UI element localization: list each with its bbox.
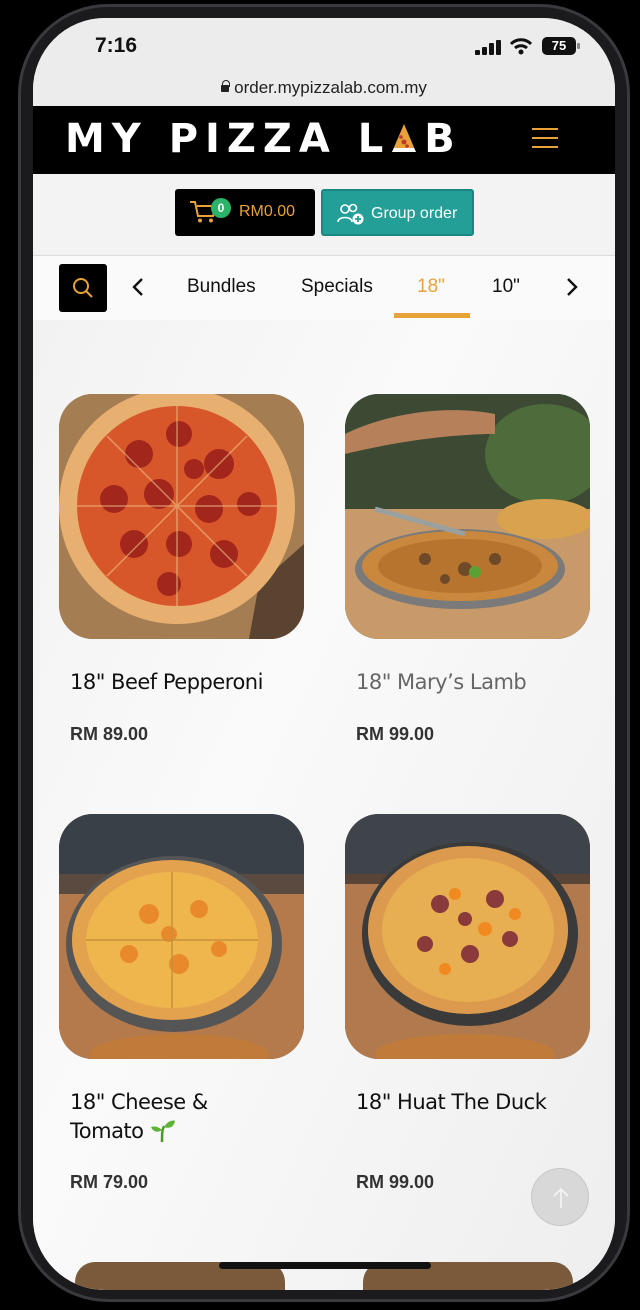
product-price: RM 89.00 — [70, 724, 149, 744]
product-photo — [59, 814, 304, 1059]
chevron-right-icon[interactable] — [565, 276, 579, 298]
search-icon — [73, 278, 93, 298]
cart-bar: 0 RM0.00 Group order — [33, 174, 615, 256]
url-text: order.mypizzalab.com.my — [234, 78, 427, 97]
status-time: 7:16 — [95, 34, 138, 57]
product-photo — [345, 814, 590, 1059]
group-order-label: Group order — [371, 205, 458, 222]
sprout-icon — [150, 1120, 175, 1143]
group-order-button[interactable]: Group order — [321, 189, 474, 236]
wifi-icon — [509, 38, 533, 55]
product-name: 18" Mary’s Lamb — [356, 670, 527, 694]
tab-specials[interactable]: Specials — [301, 276, 373, 298]
product-card[interactable]: 18" Mary’s Lamb RM 99.00 — [345, 394, 590, 744]
logo-text-end: B — [424, 116, 462, 162]
cart-amount: RM0.00 — [239, 203, 296, 220]
product-card[interactable]: 18" Beef Pepperoni RM 89.00 — [59, 394, 304, 744]
product-card[interactable]: 18" Cheese & Tomato RM 79.00 — [59, 814, 304, 1192]
tab-18-inch[interactable]: 18" — [417, 276, 445, 298]
arrow-up-icon — [553, 1187, 569, 1208]
signal-icon — [475, 40, 501, 55]
pizza-slice-icon — [392, 124, 417, 152]
category-nav: Bundles Specials 18" 10" — [33, 256, 615, 320]
product-photo — [59, 394, 304, 639]
product-price: RM 99.00 — [356, 1172, 435, 1192]
screen: 7:16 75 order.mypizzalab.com.my MY PIZZA… — [33, 18, 615, 1290]
tab-10-inch[interactable]: 10" — [492, 276, 520, 298]
logo-text: MY PIZZA L — [65, 116, 391, 162]
status-bar: 7:16 75 — [33, 18, 615, 78]
battery-indicator: 75 — [542, 37, 580, 55]
product-price: RM 99.00 — [356, 724, 435, 744]
product-name: 18" Cheese & Tomato — [70, 1088, 300, 1146]
menu-icon[interactable] — [532, 128, 558, 155]
product-name-line2: Tomato — [70, 1119, 144, 1143]
product-price: RM 79.00 — [70, 1172, 149, 1192]
product-name: 18" Huat The Duck — [356, 1090, 547, 1114]
search-button[interactable] — [59, 264, 107, 312]
address-bar[interactable]: order.mypizzalab.com.my — [33, 74, 615, 106]
tab-bundles[interactable]: Bundles — [187, 276, 256, 298]
home-indicator — [219, 1262, 431, 1269]
active-tab-indicator — [394, 313, 470, 318]
product-grid: 18" Beef Pepperoni RM 89.00 18" Mary’s L… — [33, 320, 615, 1290]
product-name: 18" Beef Pepperoni — [70, 670, 263, 694]
product-card[interactable]: 18" Huat The Duck RM 99.00 — [345, 814, 590, 1192]
scroll-to-top-button[interactable] — [531, 1168, 589, 1226]
logo[interactable]: MY PIZZA L B — [65, 116, 462, 162]
cart-count-badge: 0 — [211, 198, 231, 218]
product-name-line1: 18" Cheese & — [70, 1090, 208, 1114]
chevron-left-icon[interactable] — [131, 276, 145, 298]
product-photo — [345, 394, 590, 639]
site-header: MY PIZZA L B — [33, 106, 615, 174]
cart-button[interactable]: 0 RM0.00 — [175, 189, 315, 236]
lock-icon — [221, 80, 231, 92]
group-icon — [337, 203, 364, 225]
